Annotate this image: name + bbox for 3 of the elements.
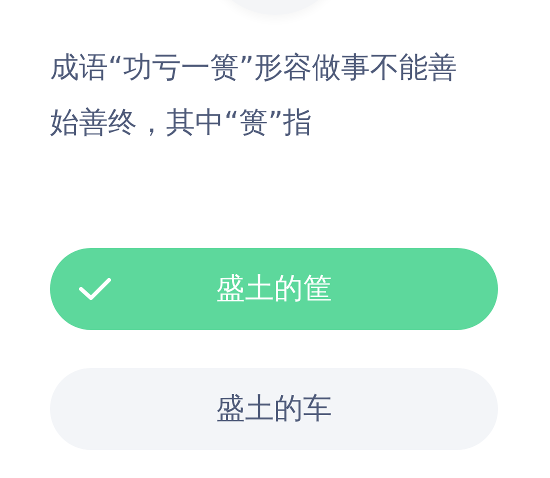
answer-option[interactable]: 盛土的车 <box>50 368 498 450</box>
question-text: 成语“功亏一篑”形容做事不能善始善终，其中“篑”指 <box>50 49 458 141</box>
check-icon <box>78 276 112 302</box>
